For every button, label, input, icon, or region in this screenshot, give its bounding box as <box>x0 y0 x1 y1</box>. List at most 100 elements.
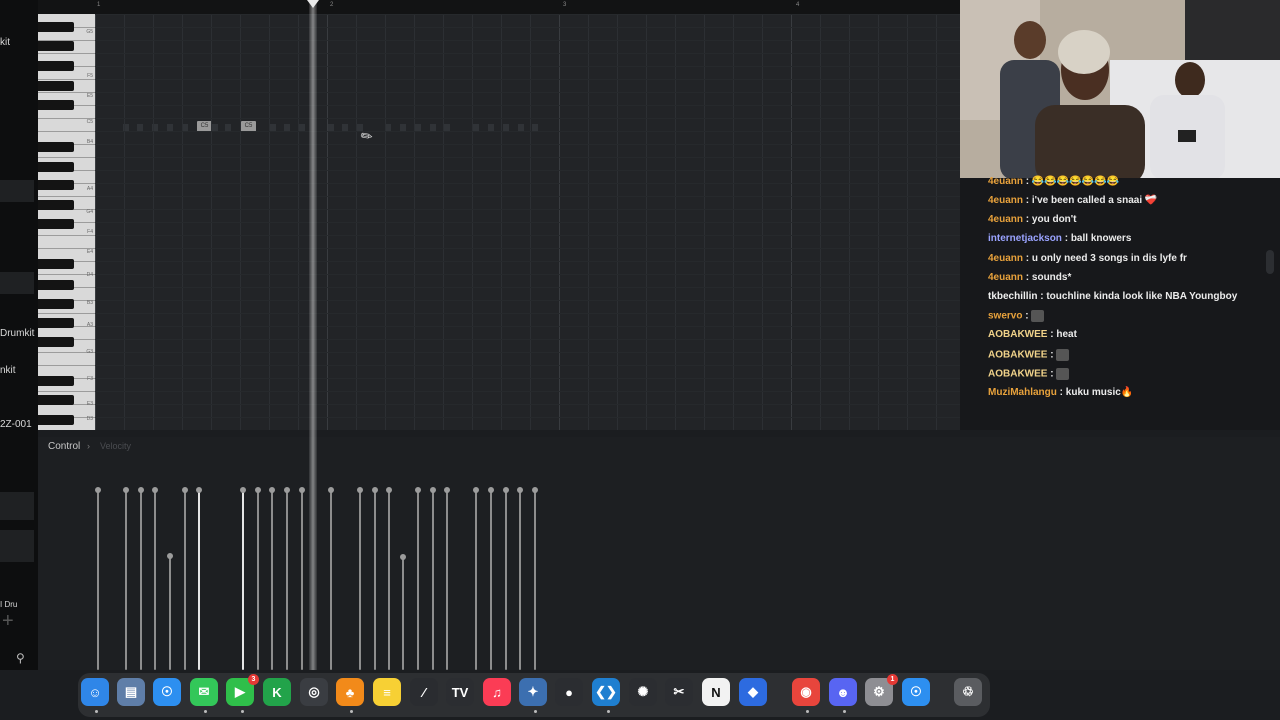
velocity-bar[interactable] <box>169 555 171 670</box>
velocity-bar[interactable] <box>432 489 434 670</box>
chat-scrollbar[interactable] <box>1266 250 1274 274</box>
playhead-marker-icon[interactable] <box>307 0 319 8</box>
music-icon[interactable]: ♫ <box>483 678 511 706</box>
velocity-bar[interactable] <box>475 489 477 670</box>
velocity-bar[interactable] <box>446 489 448 670</box>
chat-username[interactable]: 4euann <box>988 214 1023 225</box>
velocity-handle[interactable] <box>255 487 261 493</box>
control-label[interactable]: Control <box>48 441 80 452</box>
files-icon[interactable]: ▤ <box>117 678 145 706</box>
black-key[interactable] <box>38 259 74 269</box>
chat-username[interactable]: MuziMahlangu <box>988 387 1057 398</box>
black-key[interactable] <box>38 180 74 190</box>
velocity-bar[interactable] <box>97 489 99 670</box>
chat-username[interactable]: 4euann <box>988 176 1023 187</box>
velocity-handle[interactable] <box>473 487 479 493</box>
safari-preview-icon[interactable]: ☉ <box>902 678 930 706</box>
velocity-bar[interactable] <box>140 489 142 670</box>
velocity-handle[interactable] <box>182 487 188 493</box>
chrome-icon[interactable]: ◉ <box>792 678 820 706</box>
velocity-handle[interactable] <box>386 487 392 493</box>
black-key[interactable] <box>38 22 74 32</box>
black-key[interactable] <box>38 280 74 290</box>
velocity-bar[interactable] <box>359 489 361 670</box>
black-key[interactable] <box>38 337 74 347</box>
chat-username[interactable]: 4euann <box>988 272 1023 283</box>
davinci-icon[interactable]: ✦ <box>519 678 547 706</box>
timeline-ruler[interactable]: 1 2 3 4 <box>38 0 960 14</box>
facetime-icon[interactable]: ▶ 3 <box>226 674 259 706</box>
black-key[interactable] <box>38 142 74 152</box>
channel-label[interactable]: 2Z-001 <box>0 419 32 430</box>
search-icon[interactable]: ⚲ <box>16 651 25 665</box>
velocity-bar[interactable] <box>402 556 404 670</box>
github-icon[interactable]: ● <box>555 678 583 706</box>
velocity-handle[interactable] <box>240 487 246 493</box>
black-key[interactable] <box>38 200 74 210</box>
playhead-line[interactable] <box>309 0 317 670</box>
velocity-bar[interactable] <box>154 489 156 670</box>
messages-icon[interactable]: ✉ <box>190 678 218 706</box>
roblox-icon[interactable]: ◆ <box>739 678 767 706</box>
velocity-bar[interactable] <box>125 489 127 670</box>
black-key[interactable] <box>38 376 74 386</box>
channel-slot[interactable] <box>0 272 34 294</box>
velocity-handle[interactable] <box>196 487 202 493</box>
velocity-handle[interactable] <box>415 487 421 493</box>
vscode-icon[interactable]: ❮❯ <box>592 678 620 706</box>
black-key[interactable] <box>38 318 74 328</box>
black-key[interactable] <box>38 395 74 405</box>
velocity-handle[interactable] <box>152 487 158 493</box>
channel-slot[interactable] <box>0 492 34 520</box>
velocity-bar[interactable] <box>198 489 200 670</box>
velocity-bar[interactable] <box>184 489 186 670</box>
velocity-bar[interactable] <box>301 489 303 670</box>
velocity-handle[interactable] <box>532 487 538 493</box>
fl-studio-icon[interactable]: ♣ <box>336 678 364 706</box>
kontakt-icon[interactable]: K <box>263 678 291 706</box>
velocity-handle[interactable] <box>517 487 523 493</box>
discord-icon[interactable]: ☻ <box>829 678 857 706</box>
black-key[interactable] <box>38 41 74 51</box>
velocity-bar[interactable] <box>490 489 492 670</box>
black-key[interactable] <box>38 219 74 229</box>
notion-icon[interactable]: N <box>702 678 730 706</box>
velocity-bar[interactable] <box>271 489 273 670</box>
velocity-handle[interactable] <box>138 487 144 493</box>
channel-label[interactable]: nkit <box>0 365 16 376</box>
velocity-handle[interactable] <box>357 487 363 493</box>
velocity-bar[interactable] <box>242 489 244 670</box>
velocity-handle[interactable] <box>269 487 275 493</box>
black-key[interactable] <box>38 81 74 91</box>
black-key[interactable] <box>38 100 74 110</box>
velocity-handle[interactable] <box>328 487 334 493</box>
control-parameter[interactable]: Velocity <box>100 441 131 451</box>
trash-icon[interactable]: ♲ <box>954 678 982 706</box>
piano-roll-grid[interactable]: C5 C5 ✎ <box>95 14 960 430</box>
velocity-handle[interactable] <box>430 487 436 493</box>
velocity-bar[interactable] <box>257 489 259 670</box>
tradingview-icon[interactable]: TV <box>446 678 474 706</box>
channel-label[interactable]: Drumkit <box>0 328 34 339</box>
velocity-bar[interactable] <box>330 489 332 670</box>
black-key[interactable] <box>38 162 74 172</box>
channel-label[interactable]: kit <box>0 37 10 48</box>
chat-username[interactable]: AOBAKWEE <box>988 350 1047 361</box>
obs-icon[interactable]: ◎ <box>300 678 328 706</box>
velocity-handle[interactable] <box>123 487 129 493</box>
chat-username[interactable]: swervo <box>988 311 1022 322</box>
velocity-handle[interactable] <box>400 554 406 560</box>
velocity-bar[interactable] <box>286 489 288 670</box>
chat-username[interactable]: AOBAKWEE <box>988 369 1047 380</box>
settings-icon[interactable]: ⚙ 1 <box>865 674 898 706</box>
velocity-handle[interactable] <box>299 487 305 493</box>
piano-keyboard[interactable]: G5 F5 E5 C5 B4 A4 G4 F4 E4 D4 B3 A3 G3 F3 E3 D3 <box>38 14 95 430</box>
channel-slot[interactable] <box>0 530 34 562</box>
velocity-bar[interactable] <box>417 489 419 670</box>
velocity-handle[interactable] <box>284 487 290 493</box>
chat-username[interactable]: tkbechillin <box>988 291 1037 302</box>
velocity-bar[interactable] <box>505 489 507 670</box>
chat-username[interactable]: AOBAKWEE <box>988 329 1047 340</box>
chatgpt-icon[interactable]: ✺ <box>629 678 657 706</box>
notes-icon[interactable]: ≡ <box>373 678 401 706</box>
